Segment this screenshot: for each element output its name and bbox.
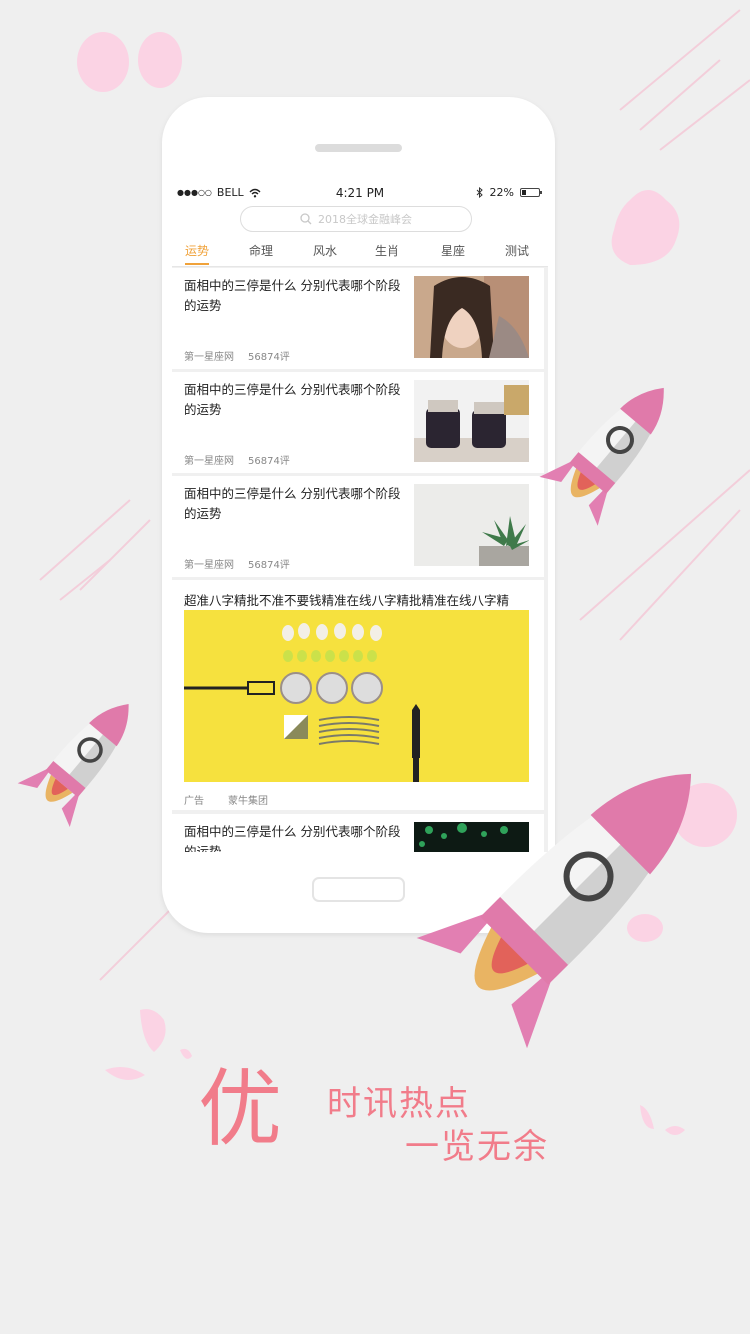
tagline-line-1: 时讯热点 — [327, 1084, 471, 1124]
tagline-line-2: 一览无余 — [405, 1127, 549, 1167]
rocket-icon-large — [416, 773, 692, 1049]
rocket-decorations — [17, 387, 692, 1049]
rocket-icon-small-right — [539, 387, 664, 526]
rocket-icon-small-left — [17, 704, 129, 828]
tagline-big-char: 优 — [198, 1060, 283, 1158]
